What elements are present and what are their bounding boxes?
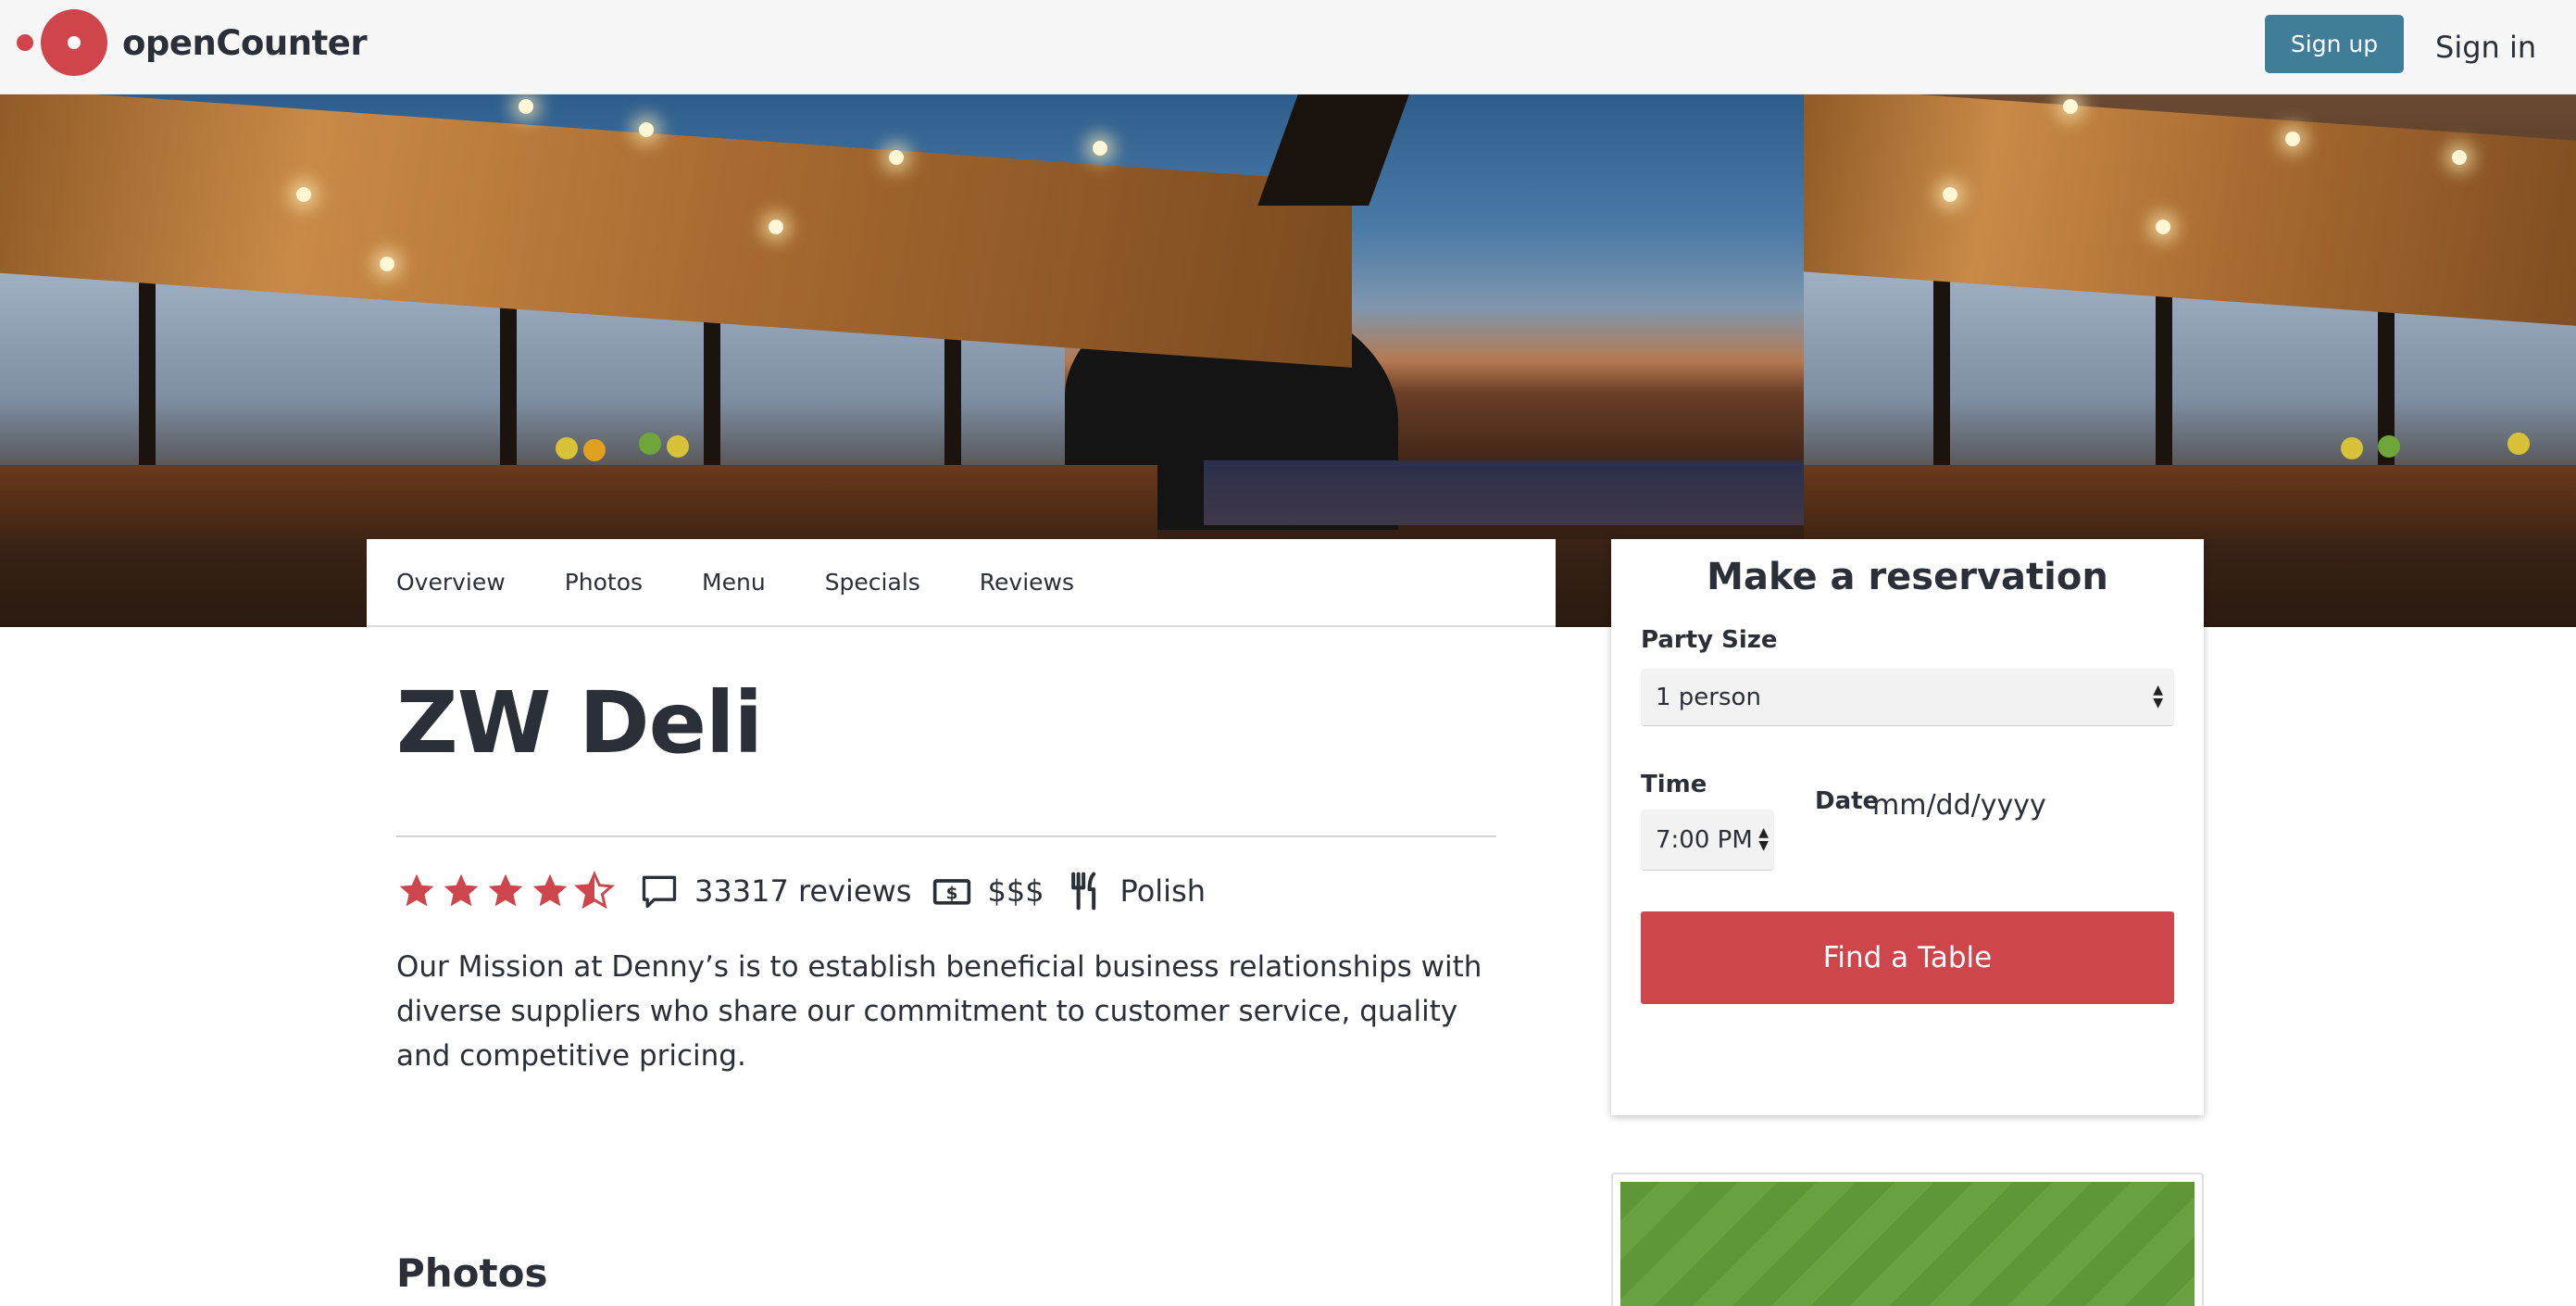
time-select[interactable]: 7:00 PM ▲ ▼ — [1641, 810, 1774, 871]
tab-photos[interactable]: Photos — [565, 569, 643, 596]
tab-specials[interactable]: Specials — [825, 569, 920, 596]
logo-dot-icon — [17, 34, 33, 51]
reservation-title: Make a reservation — [1707, 556, 2108, 598]
sign-up-button[interactable]: Sign up — [2265, 15, 2404, 73]
top-navbar: openCounter Sign up Sign in — [0, 0, 2576, 94]
restaurant-name: ZW Deli — [396, 673, 763, 772]
party-size-value: 1 person — [1656, 683, 1761, 711]
star-icon — [532, 873, 568, 907]
restaurant-description: Our Mission at Denny’s is to establish b… — [396, 950, 1482, 1073]
star-icon — [399, 873, 434, 907]
star-icon — [488, 873, 523, 907]
utensils-icon — [1065, 871, 1106, 911]
select-arrows-icon: ▲ ▼ — [1758, 825, 1769, 853]
date-label: Date — [1815, 787, 1880, 815]
money-icon: $ — [932, 871, 972, 911]
star-half-icon — [574, 871, 615, 910]
review-count: 33317 reviews — [694, 873, 912, 909]
sign-in-button[interactable]: Sign in — [2426, 24, 2565, 70]
restaurant-tabs: Overview Photos Menu Specials Reviews — [367, 539, 1556, 627]
cuisine-type: Polish — [1119, 873, 1207, 909]
tab-overview[interactable]: Overview — [396, 569, 506, 596]
find-table-button[interactable]: Find a Table — [1641, 911, 2174, 1004]
brand-logo[interactable]: openCounter — [17, 9, 368, 76]
time-label: Time — [1641, 771, 1707, 798]
date-input[interactable] — [1872, 782, 2113, 828]
photos-section-heading: Photos — [396, 1250, 548, 1296]
star-icon — [444, 873, 479, 907]
party-size-label: Party Size — [1641, 626, 1778, 654]
select-arrows-icon: ▲ ▼ — [2153, 683, 2163, 710]
tab-reviews[interactable]: Reviews — [980, 569, 1074, 596]
tab-menu[interactable]: Menu — [702, 569, 766, 596]
restaurant-meta: 33317 reviews $ $$$ Polish — [396, 863, 1206, 919]
title-divider — [396, 835, 1496, 837]
map-card — [1611, 1173, 2204, 1306]
logo-circle-icon — [41, 9, 107, 76]
party-size-select[interactable]: 1 person ▲ ▼ — [1641, 669, 2174, 726]
price-range: $$$ — [987, 873, 1044, 909]
rating-stars — [396, 871, 619, 911]
map-view[interactable] — [1620, 1182, 2195, 1306]
reservation-card: Make a reservation Party Size 1 person ▲… — [1611, 539, 2204, 1115]
time-value: 7:00 PM — [1656, 825, 1753, 854]
speech-bubble-icon — [639, 871, 680, 911]
svg-text:$: $ — [946, 884, 958, 903]
brand-name: openCounter — [122, 22, 368, 63]
